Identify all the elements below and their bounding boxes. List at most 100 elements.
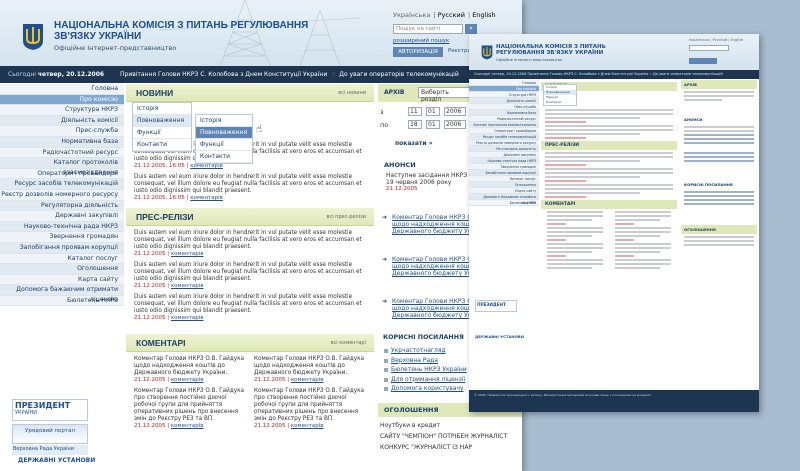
all-news-link[interactable]: всі новини [338, 90, 366, 96]
sidebar-item[interactable]: Діяльність комісії [0, 115, 124, 127]
comment-item: Коментар Голови НКРЗ О.В. Гайдука щодо н… [254, 356, 365, 429]
authorization-button[interactable]: АВТОРИЗАЦІЯ [393, 47, 443, 57]
from-year-field[interactable]: 2006 [444, 107, 466, 116]
news-title: НОВИНИ [136, 88, 174, 98]
site-subtitle: Офіційне Інтернет-представництво [54, 44, 177, 52]
thumb-center: НОВИНИ ПРЕС-РЕЛІЗИ КОМЕНТАРІ [541, 80, 677, 271]
sidebar-item[interactable]: Оголошення [0, 264, 124, 275]
sidebar-item[interactable]: Допомога бажаючим отримати ліцензію [0, 285, 124, 303]
archive-section-select[interactable]: Виберіть розділ [418, 87, 474, 103]
submenu-contacts[interactable]: Контакти [196, 151, 252, 163]
trident-crest-icon [481, 45, 493, 60]
from-month-field[interactable]: 01 [426, 107, 440, 116]
classified-item[interactable]: САЙТУ "ЧЕМПІОН" ПОТРІБЕН ЖУРНАЛІСТ [380, 433, 520, 440]
lang-ukrainian[interactable]: Українська [393, 11, 430, 19]
sidebar-item[interactable]: Бюлетень НКРЗ [0, 295, 124, 307]
lang-russian[interactable]: Русский [438, 11, 465, 19]
dropdown-tab-functions[interactable]: Функції [133, 127, 191, 139]
dropdown-tab-history[interactable]: Історія [133, 103, 191, 115]
submenu-functions[interactable]: Функції [196, 139, 252, 151]
press-header: ПРЕС-РЕЛІЗИ всі прес-релізи [126, 208, 374, 226]
search-go-button[interactable]: » [465, 24, 477, 34]
sidebar-item[interactable]: Головна [0, 84, 124, 95]
thumb-footer: © 2006. Правові кол міжнародного зв'язку… [469, 390, 759, 412]
parliament-banner[interactable]: Верховна Рада України [12, 445, 88, 455]
sidebar-item[interactable]: Каталог послуг [0, 253, 124, 265]
thumb-title: НАЦІОНАЛЬНА КОМІСІЯ З ПИТАНЬ РЕГУЛЮВАННЯ… [496, 44, 606, 56]
sidebar-item[interactable]: Оператори і провайдери [0, 168, 124, 180]
sidebar-item[interactable]: Ресурс засобів телекомунікацій [0, 179, 124, 190]
gov-portal-banner[interactable]: Урядовий портал [12, 424, 88, 444]
sidebar-item[interactable]: Радіочастотний ресурс [0, 147, 124, 159]
thumb-archive: АРХІВ [681, 80, 757, 89]
comments-link[interactable]: коментарів [291, 377, 324, 383]
dropdown-tab-powers[interactable]: Повноваження [133, 115, 191, 127]
archive-label: АРХІВ [384, 89, 405, 96]
sidebar-item[interactable]: Карта сайту [0, 274, 124, 286]
press-item: Duis autem vel eum iriure dolor in hendr… [134, 230, 362, 257]
classified-item[interactable]: КОНКУРС "ЖУРНАЛІСТ ІЗ НАР [380, 444, 520, 451]
sidebar-item[interactable]: Нормативна база [0, 136, 124, 148]
classified-item[interactable]: Ноутбуки в кредит [380, 422, 520, 429]
sidebar-item[interactable]: Регуляторна діяльність [0, 200, 124, 212]
comments-header: КОМЕНТАРІ всі коментарі [126, 334, 374, 352]
dropdown-tab-contacts[interactable]: Контакти [133, 139, 191, 151]
comments-link[interactable]: коментарів [171, 315, 204, 321]
from-day-field[interactable]: 11 [408, 107, 422, 116]
comments-link[interactable]: коментарів [190, 195, 223, 201]
sidebar-item[interactable]: Державні закупівлі [0, 211, 124, 222]
comments-title: КОМЕНТАРІ [136, 338, 186, 348]
to-year-field[interactable]: 2006 [444, 120, 466, 129]
comments-link[interactable]: коментарів [171, 283, 204, 289]
useful-links-title: КОРИСНІ ПОСИЛАННЯ [383, 334, 464, 341]
thumb-right: АРХІВ АНОНСИ КОРИСНІ ПОСИЛАННЯ ОГОЛОШЕНН… [681, 80, 757, 248]
comments-grid: Коментар Голови НКРЗ О.В. Гайдука щодо н… [126, 352, 374, 434]
thumb-sidenav: Головна Про комісію Структура НКРЗ Діяльніс… [469, 80, 539, 206]
news-item: Duis autem vel eum iriure dolor in hendr… [134, 174, 362, 201]
trident-crest-icon[interactable] [22, 23, 44, 51]
gov-institutions-heading: ДЕРЖАВНІ УСТАНОВИ [18, 457, 96, 464]
thumb-comments-header: КОМЕНТАРІ [541, 200, 677, 209]
comments-link[interactable]: коментарів [171, 377, 204, 383]
all-comments-link[interactable]: всі коментарі [331, 340, 366, 346]
advanced-search-link[interactable]: розширений пошук [393, 38, 449, 44]
sidebar-item[interactable]: Прес-служба [0, 126, 124, 137]
sidebar-item[interactable]: Запобігання проявам корупції [0, 242, 124, 254]
all-press-link[interactable]: всі прес-релізи [327, 214, 367, 220]
archive-show-button[interactable]: показати » [395, 140, 433, 147]
search-input[interactable]: Пошук на сайті [393, 24, 463, 34]
president-banner[interactable]: ПРЕЗИДЕНТ УКРАЇНИ [12, 399, 88, 421]
sidebar-item[interactable]: Структура НКРЗ [0, 105, 124, 116]
comments-link[interactable]: коментарів [291, 423, 324, 429]
press-item: Duis autem vel eum iriure dolor in hendr… [134, 262, 362, 289]
sidebar-item[interactable]: Каталог протоколів взаємоз'єднання [0, 158, 124, 176]
site-header: НАЦІОНАЛЬНА КОМІСІЯ З ПИТАНЬ РЕГУЛЮВАННЯ… [0, 0, 522, 66]
lang-english[interactable]: English [472, 11, 495, 19]
ticker-item-1[interactable]: Привітання Голови НКРЗ С. Колобова з Дне… [120, 71, 327, 78]
language-switcher: Українська | Русский | English [393, 11, 496, 19]
main-screenshot: НАЦІОНАЛЬНА КОМІСІЯ З ПИТАНЬ РЕГУЛЮВАННЯ… [0, 0, 522, 471]
to-day-field[interactable]: 18 [408, 120, 422, 129]
sidebar-item[interactable]: Науково-технічна рада НКРЗ [0, 221, 124, 233]
ticker-item-2[interactable]: До уваги операторів телекомунікацій [339, 71, 458, 78]
site-title[interactable]: НАЦІОНАЛЬНА КОМІСІЯ З ПИТАНЬ РЕГУЛЮВАННЯ… [54, 20, 314, 42]
sidebar-item[interactable]: Про комісію [0, 94, 124, 106]
about-dropdown: Історія Повноваження Функції Контакти [132, 102, 192, 152]
comments-link[interactable]: коментарів [171, 251, 204, 257]
submenu-history[interactable]: Історія [196, 115, 252, 127]
thumb-search [689, 45, 729, 51]
sidebar-item[interactable]: Реєстр дозволів номерного ресурсу [0, 189, 124, 201]
thumb-topbar: Сьогодні четвер, 20.12.2006 Привітання Г… [469, 70, 759, 79]
thumb-subtitle: Офіційне Інтернет-представництво [496, 58, 562, 62]
to-month-field[interactable]: 01 [426, 120, 440, 129]
submenu-powers[interactable]: Повноваження [196, 127, 252, 139]
thumb-president-banner: ПРЕЗИДЕНТ [475, 300, 517, 312]
comments-link[interactable]: коментарів [171, 423, 204, 429]
sidebar-nav: Головна Про комісію Структура НКРЗ Діяльніс… [0, 84, 124, 307]
thumb-sidebar-item: Бюлетень НКРЗ [469, 200, 539, 206]
thumbnail-screenshot: НАЦІОНАЛЬНА КОМІСІЯ З ПИТАНЬ РЕГУЛЮВАННЯ… [469, 34, 759, 412]
sidebar-item[interactable]: Звернення громадян [0, 232, 124, 243]
hand-cursor-icon: ☝ [256, 124, 263, 135]
thumb-header: НАЦІОНАЛЬНА КОМІСІЯ З ПИТАНЬ РЕГУЛЮВАННЯ… [469, 34, 759, 70]
press-item: Duis autem vel eum iriure dolor in hendr… [134, 294, 362, 321]
